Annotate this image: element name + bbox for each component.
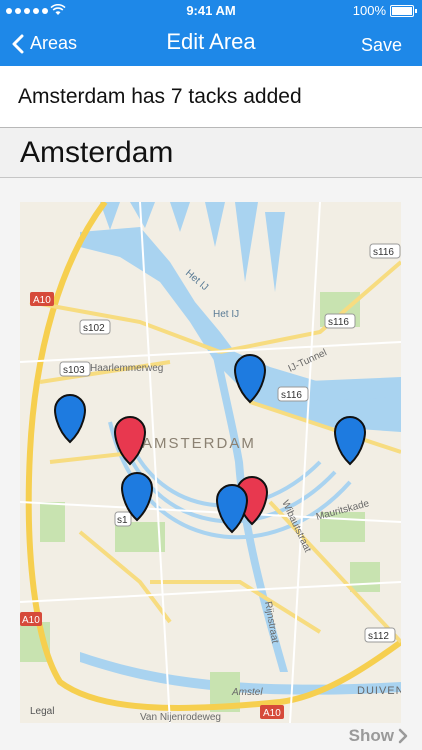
water-label: Het IJ (213, 309, 239, 320)
street-label: Van Nijenrodeweg (140, 712, 221, 723)
map-canvas: AMSTERDAM A10 A10 A10 s102 s103 s116 s11… (20, 202, 401, 723)
street-label: Haarlemmerweg (90, 363, 163, 374)
navigation-bar: 9:41 AM 100% Areas Edit Area Save (0, 0, 422, 66)
battery-icon (390, 5, 417, 17)
tack-count-text: Amsterdam has 7 tacks added (18, 85, 302, 108)
chevron-right-icon (398, 728, 408, 744)
status-bar: 9:41 AM 100% (0, 0, 422, 22)
road-shield-label: s116 (328, 317, 349, 328)
road-shield-label: s116 (373, 247, 394, 258)
map-view[interactable]: AMSTERDAM A10 A10 A10 s102 s103 s116 s11… (20, 202, 401, 723)
road-shield-label: s103 (63, 365, 85, 376)
road-shield-label: A10 (33, 295, 51, 306)
river-label: Amstel (231, 687, 263, 698)
show-button-label: Show (348, 726, 394, 745)
road-shield-label: A10 (22, 615, 40, 626)
road-shield-label: s112 (368, 631, 389, 642)
road-shield-label: s102 (83, 323, 105, 334)
show-button[interactable]: Show (349, 726, 408, 746)
road-shield-label: A10 (263, 708, 281, 719)
save-button[interactable]: Save (361, 35, 402, 56)
district-label: DUIVEN (357, 685, 401, 697)
road-shield-label: s116 (281, 390, 302, 401)
city-label: AMSTERDAM (142, 435, 256, 452)
park (40, 502, 65, 542)
area-name-input[interactable] (0, 128, 422, 178)
tack-count-row: Amsterdam has 7 tacks added (0, 66, 422, 128)
battery-percent: 100% (352, 3, 386, 18)
page-title: Edit Area (166, 29, 256, 54)
road-shield-label: s1 (117, 515, 128, 526)
park (350, 562, 380, 592)
legal-link[interactable]: Legal (30, 706, 54, 717)
